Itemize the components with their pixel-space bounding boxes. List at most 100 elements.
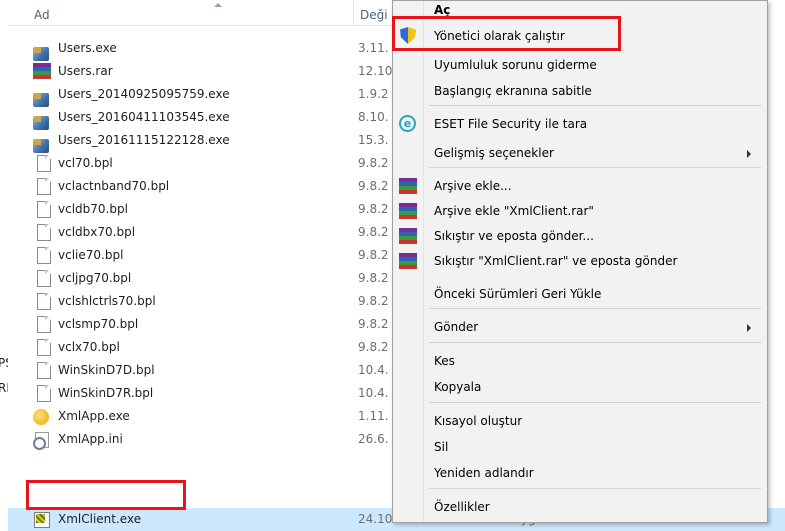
xmlapp-icon bbox=[33, 408, 51, 425]
menu-item-label: Yeniden adlandır bbox=[434, 466, 534, 480]
menu-item-advanced-options[interactable]: Gelişmiş seçenekler bbox=[393, 141, 767, 165]
menu-item-label: Sil bbox=[434, 440, 449, 454]
xmlclient-icon bbox=[33, 511, 51, 528]
clipped-nav-text: RI bbox=[0, 381, 8, 395]
menu-item-label: Arşive ekle... bbox=[434, 179, 512, 193]
menu-item-label: Sıkıştır "XmlClient.rar" ve eposta gönde… bbox=[434, 254, 678, 268]
file-name: vcljpg70.bpl bbox=[58, 271, 132, 285]
file-icon bbox=[35, 178, 51, 195]
file-name: WinSkinD7D.bpl bbox=[58, 363, 155, 377]
menu-item-delete[interactable]: Sil bbox=[393, 435, 767, 459]
file-icon bbox=[35, 247, 51, 264]
file-date: 12.10 bbox=[358, 64, 393, 78]
menu-item-label: Aç bbox=[434, 3, 451, 17]
file-name: XmlApp.exe bbox=[58, 409, 130, 423]
file-name: vclie70.bpl bbox=[58, 248, 124, 262]
menu-item-compress-and-email[interactable]: Sıkıştır ve eposta gönder... bbox=[393, 224, 767, 248]
menu-item-troubleshoot-compat[interactable]: Uyumluluk sorunu giderme bbox=[393, 53, 767, 77]
file-name: vcldb70.bpl bbox=[58, 202, 128, 216]
highlight-box-file bbox=[26, 480, 186, 510]
rar-archive-icon bbox=[33, 63, 51, 80]
menu-item-copy[interactable]: Kopyala bbox=[393, 375, 767, 399]
file-date: 9.8.2 bbox=[358, 317, 389, 331]
menu-item-add-to-xmlclient-rar[interactable]: Arşive ekle "XmlClient.rar" bbox=[393, 199, 767, 223]
menu-item-restore-previous-versions[interactable]: Önceki Sürümleri Geri Yükle bbox=[393, 282, 767, 306]
file-name: Users_20161115122128.exe bbox=[58, 133, 230, 147]
menu-item-label: Kopyala bbox=[434, 380, 482, 394]
file-date: 9.8.2 bbox=[358, 340, 389, 354]
explorer-screen: { "left_clip": ["PS", "RI"], "columns": … bbox=[0, 0, 785, 531]
menu-item-label: Gönder bbox=[434, 320, 479, 334]
file-date: 9.8.2 bbox=[358, 248, 389, 262]
file-name: Users_20140925095759.exe bbox=[58, 87, 230, 101]
file-name: Users.exe bbox=[58, 41, 117, 55]
menu-item-add-to-archive[interactable]: Arşive ekle... bbox=[393, 174, 767, 198]
file-icon bbox=[35, 385, 51, 402]
file-name: XmlApp.ini bbox=[58, 432, 123, 446]
column-modified-header[interactable]: Deği bbox=[360, 8, 388, 22]
column-divider[interactable] bbox=[353, 0, 354, 26]
file-icon bbox=[35, 224, 51, 241]
menu-item-label: Sıkıştır ve eposta gönder... bbox=[434, 229, 594, 243]
menu-item-rename[interactable]: Yeniden adlandır bbox=[393, 461, 767, 485]
menu-item-pin-to-start[interactable]: Başlangıç ekranına sabitle bbox=[393, 79, 767, 103]
file-date: 26.6. bbox=[358, 432, 389, 446]
menu-item-run-as-admin[interactable]: Yönetici olarak çalıştır bbox=[393, 24, 767, 48]
file-name: vclshlctrls70.bpl bbox=[58, 294, 156, 308]
file-icon bbox=[35, 362, 51, 379]
menu-item-eset-scan[interactable]: e ESET File Security ile tara bbox=[393, 112, 767, 136]
winrar-icon bbox=[399, 227, 417, 245]
file-name: vcl70.bpl bbox=[58, 156, 113, 170]
menu-item-create-shortcut[interactable]: Kısayol oluştur bbox=[393, 409, 767, 433]
file-name: vclx70.bpl bbox=[58, 340, 120, 354]
submenu-arrow-icon bbox=[747, 324, 751, 332]
menu-item-label: Yönetici olarak çalıştır bbox=[434, 29, 565, 43]
menu-item-label: Gelişmiş seçenekler bbox=[434, 146, 554, 160]
winrar-icon bbox=[399, 252, 417, 270]
menu-item-compress-rar-and-email[interactable]: Sıkıştır "XmlClient.rar" ve eposta gönde… bbox=[393, 249, 767, 273]
menu-item-label: ESET File Security ile tara bbox=[434, 117, 588, 131]
sort-ascending-icon bbox=[214, 3, 222, 7]
exe-icon bbox=[33, 132, 51, 153]
menu-item-open[interactable]: Aç bbox=[393, 0, 767, 22]
menu-item-label: Kes bbox=[434, 354, 455, 368]
menu-item-label: Uyumluluk sorunu giderme bbox=[434, 58, 597, 72]
exe-icon bbox=[33, 40, 51, 61]
file-icon bbox=[35, 339, 51, 356]
exe-icon bbox=[33, 86, 51, 107]
menu-item-properties[interactable]: Özellikler bbox=[393, 495, 767, 519]
submenu-arrow-icon bbox=[747, 150, 751, 158]
winrar-icon bbox=[399, 177, 417, 195]
file-date: 10.4. bbox=[358, 386, 389, 400]
file-name: WinSkinD7R.bpl bbox=[58, 386, 154, 400]
menu-separator bbox=[429, 342, 761, 343]
file-name: vclsmp70.bpl bbox=[58, 317, 139, 331]
file-date: 9.8.2 bbox=[358, 294, 389, 308]
menu-item-label: Arşive ekle "XmlClient.rar" bbox=[434, 204, 594, 218]
column-header: Ad Deği bbox=[8, 0, 400, 26]
column-name-header[interactable]: Ad bbox=[34, 8, 50, 22]
winrar-icon bbox=[399, 202, 417, 220]
file-name: Users.rar bbox=[58, 64, 113, 78]
file-date: 9.8.2 bbox=[358, 202, 389, 216]
ini-settings-icon bbox=[33, 431, 51, 450]
file-date: 9.8.2 bbox=[358, 156, 389, 170]
file-date: 9.8.2 bbox=[358, 271, 389, 285]
file-icon bbox=[35, 155, 51, 172]
file-date: 9.8.2 bbox=[358, 179, 389, 193]
menu-separator bbox=[429, 105, 761, 106]
menu-item-send-to[interactable]: Gönder bbox=[393, 315, 767, 339]
file-name: XmlClient.exe bbox=[58, 512, 142, 526]
file-date: 10.4. bbox=[358, 363, 389, 377]
menu-separator bbox=[429, 402, 761, 403]
eset-icon: e bbox=[399, 115, 417, 133]
file-icon bbox=[35, 316, 51, 333]
file-name: vcldbx70.bpl bbox=[58, 225, 136, 239]
file-date: 15.3. bbox=[358, 133, 389, 147]
file-name: vclactnband70.bpl bbox=[58, 179, 170, 193]
menu-item-cut[interactable]: Kes bbox=[393, 349, 767, 373]
menu-item-label: Kısayol oluştur bbox=[434, 414, 523, 428]
file-icon bbox=[35, 270, 51, 287]
menu-item-label: Başlangıç ekranına sabitle bbox=[434, 84, 592, 98]
menu-item-label: Önceki Sürümleri Geri Yükle bbox=[434, 287, 602, 301]
